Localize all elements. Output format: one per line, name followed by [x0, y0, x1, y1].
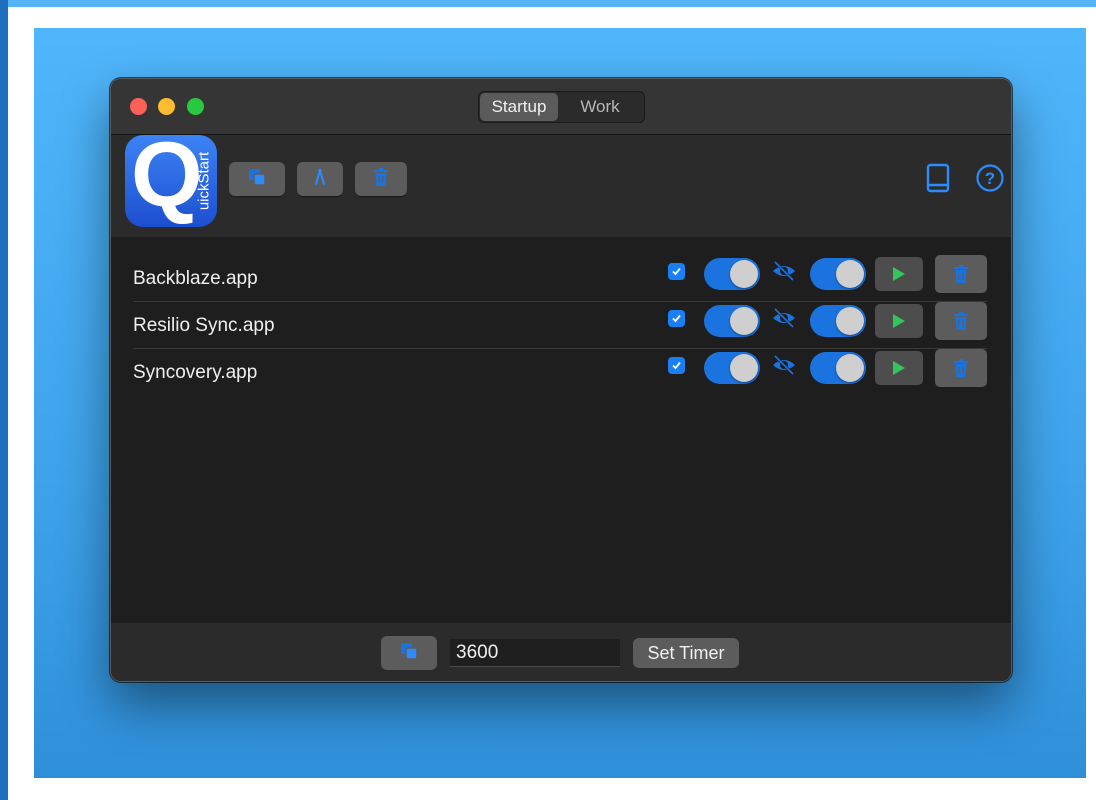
launch-button[interactable]	[875, 257, 923, 291]
duplicate-button[interactable]	[229, 162, 285, 196]
edit-icon	[313, 167, 327, 191]
launch-toggle[interactable]	[704, 352, 760, 384]
launch-toggle[interactable]	[704, 305, 760, 337]
toggle-knob	[836, 307, 864, 335]
eye-slash-icon	[771, 307, 797, 334]
enabled-checkbox[interactable]	[668, 357, 685, 374]
toggle-knob	[836, 260, 864, 288]
row-divider	[133, 301, 987, 302]
app-name: Resilio Sync.app	[133, 315, 275, 336]
window-minimize-button[interactable]	[158, 98, 175, 115]
title-bar: Startup Work	[111, 79, 1011, 135]
remove-button[interactable]	[935, 349, 987, 387]
row-divider	[133, 348, 987, 349]
remove-button[interactable]	[935, 255, 987, 293]
duplicate-icon	[247, 167, 267, 192]
trash-icon	[373, 167, 389, 192]
toggle-knob	[730, 307, 758, 335]
eye-slash-icon	[771, 260, 797, 287]
hide-toggle[interactable]	[810, 258, 866, 290]
app-name: Syncovery.app	[133, 362, 258, 383]
toggle-knob	[730, 260, 758, 288]
app-logo-word: uickStart	[195, 151, 213, 211]
play-icon	[893, 267, 905, 281]
play-icon	[893, 314, 905, 328]
launch-button[interactable]	[875, 304, 923, 338]
footer-bar: Set Timer	[111, 623, 1011, 681]
duplicate-icon	[399, 641, 419, 666]
hide-toggle[interactable]	[810, 352, 866, 384]
play-icon	[893, 361, 905, 375]
app-name: Backblaze.app	[133, 268, 258, 289]
tab-startup[interactable]: Startup	[480, 93, 558, 121]
toolbar: Q uickStart ?	[111, 135, 1011, 237]
window-zoom-button[interactable]	[187, 98, 204, 115]
toggle-knob	[836, 354, 864, 382]
tab-switcher: Startup Work	[478, 91, 645, 123]
list-item: Syncovery.app	[133, 349, 987, 396]
edit-button[interactable]	[297, 162, 343, 196]
timer-field[interactable]	[450, 639, 620, 667]
set-timer-button[interactable]: Set Timer	[633, 638, 739, 668]
toggle-knob	[730, 354, 758, 382]
eye-slash-icon	[771, 354, 797, 381]
enabled-checkbox[interactable]	[668, 310, 685, 327]
launch-toggle[interactable]	[704, 258, 760, 290]
svg-text:?: ?	[985, 169, 995, 188]
trash-icon	[954, 312, 968, 330]
delete-button[interactable]	[355, 162, 407, 196]
app-logo: Q uickStart	[125, 135, 217, 227]
screen-left-edge	[0, 0, 8, 800]
trash-icon	[954, 359, 968, 377]
list-item: Backblaze.app	[133, 255, 987, 302]
list-item: Resilio Sync.app	[133, 302, 987, 349]
hide-toggle[interactable]	[810, 305, 866, 337]
tab-work[interactable]: Work	[560, 93, 640, 121]
remove-button[interactable]	[935, 302, 987, 340]
app-list: Backblaze.app Resilio Sync.app Syncovery…	[111, 237, 1011, 623]
quickstart-window: Startup Work Q uickStart ? Backblaze.app…	[110, 78, 1012, 682]
trash-icon	[954, 265, 968, 283]
launch-button[interactable]	[875, 351, 923, 385]
enabled-checkbox[interactable]	[668, 263, 685, 280]
screen-top-edge	[0, 0, 1096, 7]
help-icon[interactable]: ?	[975, 163, 1005, 198]
footer-duplicate-button[interactable]	[381, 636, 437, 670]
book-icon[interactable]	[925, 163, 951, 198]
window-close-button[interactable]	[130, 98, 147, 115]
app-logo-letter: Q	[131, 135, 203, 226]
